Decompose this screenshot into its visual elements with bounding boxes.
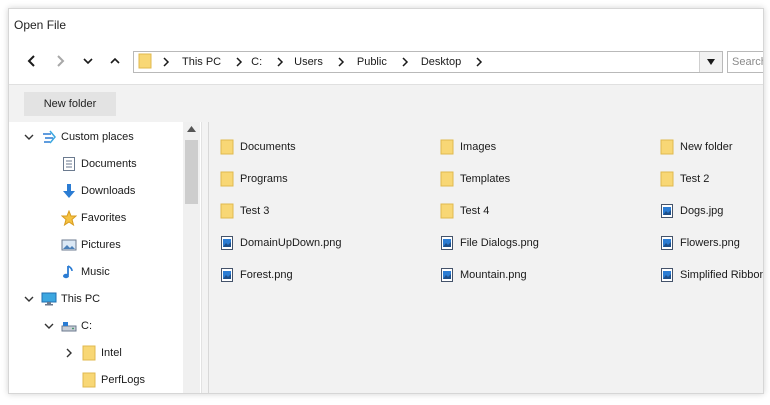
file-item-documents[interactable]: Documents [219,137,296,157]
breadcrumb-chevron-icon[interactable] [270,52,290,72]
triangle-down-icon [707,59,715,65]
tree-item-downloads[interactable]: Downloads [41,180,135,202]
folder-icon [219,203,235,219]
new-folder-button[interactable]: New folder [24,92,116,116]
up-button[interactable] [104,50,126,72]
breadcrumb-chevron-icon[interactable] [331,52,351,72]
folder-icon [659,139,675,155]
file-item-domainupdown-png[interactable]: DomainUpDown.png [219,233,342,253]
image-file-icon [659,267,675,283]
folder-icon [439,203,455,219]
folder-icon [81,345,97,361]
chevron-right-icon[interactable] [61,345,77,361]
image-file-icon [219,235,235,251]
tree-item-this-pc[interactable]: This PC [21,288,100,310]
folder-icon [439,139,455,155]
breadcrumb: This PC C: Users Public Desktop [156,52,489,72]
file-item-forest-png[interactable]: Forest.png [219,265,293,285]
tree-item-documents[interactable]: Documents [41,153,137,175]
file-item-flowers-png[interactable]: Flowers.png [659,233,740,253]
custom-places-icon [41,129,57,145]
address-history-dropdown[interactable] [699,52,722,72]
breadcrumb-item-desktop[interactable]: Desktop [415,56,469,68]
breadcrumb-chevron-icon[interactable] [229,52,249,72]
chevron-down-icon[interactable] [41,318,57,334]
folder-icon [81,372,97,388]
breadcrumb-chevron-icon[interactable] [469,52,489,72]
folder-icon [138,53,152,72]
file-item-test-4[interactable]: Test 4 [439,201,489,221]
breadcrumb-item-public[interactable]: Public [351,56,395,68]
scrollbar-thumb[interactable] [185,140,198,204]
recent-locations-button[interactable] [77,50,99,72]
pictures-icon [61,237,77,253]
open-file-dialog: Open File This PC C: Users Public Deskto… [8,8,764,394]
toolbar: New folder [9,84,763,124]
scroll-up-arrow-icon[interactable] [187,126,196,132]
file-item-test-3[interactable]: Test 3 [219,201,269,221]
chevron-up-icon [110,57,120,64]
breadcrumb-item-c[interactable]: C: [249,56,270,68]
computer-icon [41,291,57,307]
file-item-programs[interactable]: Programs [219,169,288,189]
file-item-templates[interactable]: Templates [439,169,510,189]
image-file-icon [219,267,235,283]
file-item-file-dialogs-png[interactable]: File Dialogs.png [439,233,539,253]
file-list: Documents Programs Test 3 DomainUpDown.p… [209,122,763,393]
breadcrumb-item-users[interactable]: Users [290,56,331,68]
folder-icon [219,171,235,187]
file-item-new-folder[interactable]: New folder [659,137,733,157]
folder-icon [439,171,455,187]
tree-item-favorites[interactable]: Favorites [41,207,126,229]
favorites-star-icon [61,210,77,226]
breadcrumb-chevron-icon[interactable] [395,52,415,72]
file-item-test-2[interactable]: Test 2 [659,169,709,189]
dialog-title: Open File [14,18,67,32]
file-item-simplified-ribbon-png[interactable]: Simplified Ribbon.png [659,265,763,285]
image-file-icon [659,235,675,251]
address-bar[interactable]: This PC C: Users Public Desktop [133,51,723,73]
file-item-dogs-jpg[interactable]: Dogs.jpg [659,201,723,221]
chevron-down-icon[interactable] [21,291,37,307]
drive-icon [61,318,77,334]
file-item-mountain-png[interactable]: Mountain.png [439,265,527,285]
back-arrow-icon [27,55,35,67]
image-file-icon [439,235,455,251]
forward-button[interactable] [49,50,71,72]
image-file-icon [659,203,675,219]
tree-item-music[interactable]: Music [41,261,110,283]
forward-arrow-icon [57,55,65,67]
tree-item-custom-places[interactable]: Custom places [21,126,134,148]
downloads-icon [61,183,77,199]
file-item-images[interactable]: Images [439,137,496,157]
pane-splitter[interactable] [201,122,209,393]
chevron-down-icon [83,58,93,65]
folder-icon [219,139,235,155]
breadcrumb-chevron-icon[interactable] [156,52,176,72]
back-button[interactable] [21,50,43,72]
tree-item-intel[interactable]: Intel [61,342,122,364]
tree-item-pictures[interactable]: Pictures [41,234,121,256]
image-file-icon [439,267,455,283]
tree-item-c-drive[interactable]: C: [41,315,92,337]
navigation-tree: Custom places Documents Downloads Favori… [9,122,201,393]
navigation-bar: This PC C: Users Public Desktop Search [9,47,763,77]
search-input[interactable]: Search [727,51,763,73]
music-note-icon [61,264,77,280]
tree-item-perflogs[interactable]: PerfLogs [61,369,145,391]
folder-icon [659,171,675,187]
documents-icon [61,156,77,172]
chevron-down-icon[interactable] [21,129,37,145]
breadcrumb-item-this-pc[interactable]: This PC [176,56,229,68]
tree-scrollbar[interactable] [183,122,200,393]
